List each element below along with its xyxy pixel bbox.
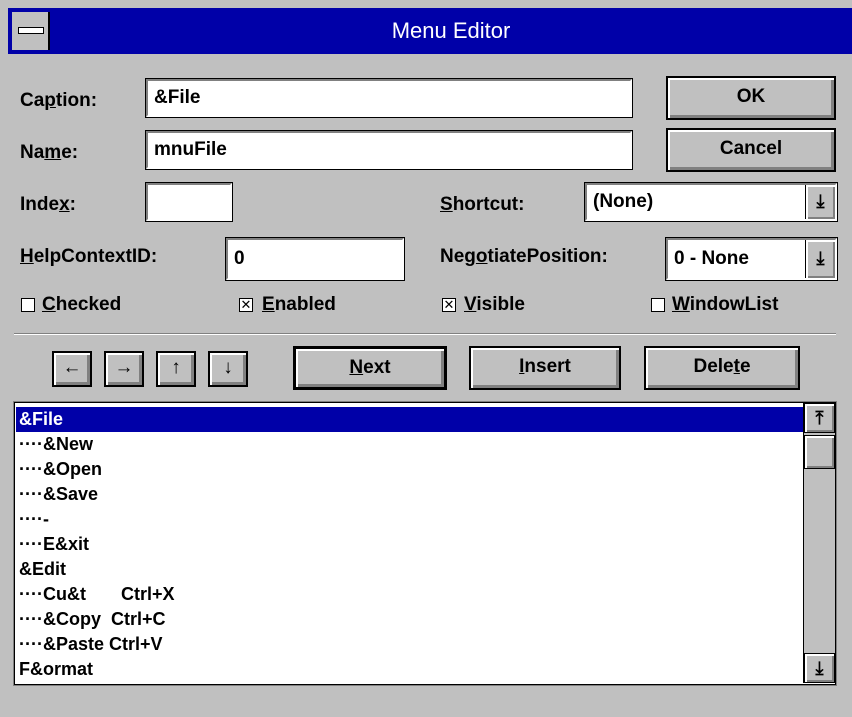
enabled-label[interactable]: Enabled bbox=[262, 294, 336, 316]
list-item[interactable]: &Edit bbox=[19, 557, 66, 582]
name-field[interactable]: mnuFile bbox=[145, 130, 633, 170]
caption-label: Caption: bbox=[20, 90, 98, 111]
visible-label[interactable]: Visible bbox=[464, 294, 525, 316]
ok-button[interactable]: OK bbox=[666, 76, 836, 120]
visible-checkbox[interactable]: ✕ bbox=[442, 298, 456, 312]
system-menu-button[interactable] bbox=[12, 12, 50, 50]
cancel-button[interactable]: Cancel bbox=[666, 128, 836, 172]
shortcut-dropdown-arrow[interactable]: ⤓ bbox=[805, 185, 835, 219]
arrow-down-icon: ↓ bbox=[223, 357, 233, 378]
window-list-checkbox[interactable] bbox=[651, 298, 665, 312]
list-item[interactable]: ····&Save bbox=[19, 482, 98, 507]
separator bbox=[14, 333, 836, 335]
arrow-left-icon: ← bbox=[62, 357, 82, 378]
name-label: Name: bbox=[20, 142, 79, 163]
scroll-down-icon: ⤓ bbox=[815, 658, 824, 678]
window-title: Menu Editor bbox=[391, 18, 511, 43]
move-left-button[interactable]: ← bbox=[52, 351, 92, 387]
list-item[interactable]: ····&Paste Ctrl+V bbox=[19, 632, 163, 657]
move-up-button[interactable]: ↑ bbox=[156, 351, 196, 387]
scroll-down-button[interactable]: ⤓ bbox=[804, 653, 835, 683]
checked-label[interactable]: Checked bbox=[42, 294, 121, 316]
arrow-right-icon: → bbox=[114, 357, 134, 378]
delete-button[interactable]: Delete bbox=[644, 346, 800, 390]
list-item[interactable]: ····Cu&t Ctrl+X bbox=[19, 582, 175, 607]
caption-field[interactable]: &File bbox=[145, 78, 633, 118]
arrow-up-icon: ↑ bbox=[171, 357, 181, 378]
checked-checkbox[interactable] bbox=[21, 298, 35, 312]
index-label: Index: bbox=[20, 194, 76, 215]
move-right-button[interactable]: → bbox=[104, 351, 144, 387]
window-list-label[interactable]: WindowList bbox=[672, 294, 778, 316]
list-item[interactable]: ····&Copy Ctrl+C bbox=[19, 607, 166, 632]
move-down-button[interactable]: ↓ bbox=[208, 351, 248, 387]
index-field[interactable] bbox=[145, 182, 233, 222]
help-context-id-field[interactable]: 0 bbox=[225, 237, 405, 281]
next-button[interactable]: Next bbox=[293, 346, 447, 390]
shortcut-value: (None) bbox=[593, 191, 654, 212]
scroll-thumb[interactable] bbox=[804, 435, 835, 469]
menu-list[interactable]: &File ····&New ····&Open ····&Save ····-… bbox=[13, 401, 837, 686]
negotiate-position-label: NegotiatePosition: bbox=[440, 246, 608, 267]
shortcut-label: Shortcut: bbox=[440, 194, 525, 215]
scroll-up-icon: ⤒ bbox=[815, 408, 824, 428]
list-item[interactable]: ····E&xit bbox=[19, 532, 89, 557]
scroll-up-button[interactable]: ⤒ bbox=[804, 403, 835, 433]
list-item[interactable]: F&ormat bbox=[19, 657, 93, 682]
shortcut-combo[interactable]: (None) bbox=[584, 182, 838, 222]
list-item[interactable]: &File bbox=[16, 407, 803, 432]
system-menu-icon bbox=[18, 27, 44, 34]
enabled-checkbox[interactable]: ✕ bbox=[239, 298, 253, 312]
help-context-id-label: HelpContextID: bbox=[20, 246, 158, 267]
negotiate-position-dropdown-arrow[interactable]: ⤓ bbox=[805, 240, 835, 278]
list-item[interactable]: ····&New bbox=[19, 432, 93, 457]
menu-list-scrollbar[interactable]: ⤒ ⤓ bbox=[803, 403, 835, 683]
list-item[interactable]: ····&Open bbox=[19, 457, 102, 482]
insert-button[interactable]: Insert bbox=[469, 346, 621, 390]
list-item[interactable]: ····- bbox=[19, 507, 49, 532]
negotiate-position-value: 0 - None bbox=[674, 248, 749, 269]
